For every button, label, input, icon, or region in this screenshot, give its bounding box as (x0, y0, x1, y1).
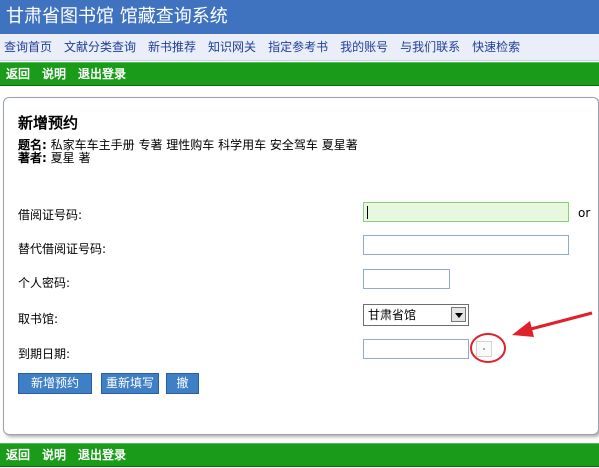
nav-my-account[interactable]: 我的账号 (340, 40, 388, 54)
logout-link-bottom[interactable]: 退出登录 (78, 448, 126, 462)
title-line: 题名: 私家车车主手册 专著 理性购车 科学用车 安全驾车 夏星著 (18, 138, 358, 152)
author-value: 夏星 著 (50, 151, 91, 165)
title-value: 私家车车主手册 专著 理性购车 科学用车 安全驾车 夏星著 (50, 138, 358, 152)
chevron-down-icon[interactable] (451, 307, 466, 322)
reset-button[interactable]: 重新填写 (101, 373, 159, 394)
author-label: 著者: (18, 151, 47, 165)
back-link-bottom[interactable]: 返回 (6, 448, 30, 462)
nav-reference-books[interactable]: 指定参考书 (268, 40, 328, 54)
calendar-icon[interactable] (476, 341, 492, 357)
cancel-button[interactable]: 撤销 (166, 373, 199, 409)
help-link[interactable]: 说明 (42, 67, 66, 81)
help-link-bottom[interactable]: 说明 (42, 448, 66, 462)
author-line: 著者: 夏星 著 (18, 151, 90, 165)
action-bar-top: 返回 说明 退出登录 (0, 62, 599, 86)
title-label: 题名: (18, 138, 47, 152)
pin-input[interactable] (363, 269, 450, 289)
submit-reservation-button[interactable]: 新增预约 (18, 373, 92, 394)
card-number-label: 借阅证号码: (18, 208, 83, 222)
expiry-date-input[interactable] (363, 339, 469, 359)
nav-home[interactable]: 查询首页 (4, 40, 52, 54)
pickup-library-select[interactable]: 甘肃省馆 (363, 304, 469, 326)
action-bar-bottom: 返回 说明 退出登录 (0, 443, 599, 467)
nav-new-books[interactable]: 新书推荐 (148, 40, 196, 54)
nav-category-search[interactable]: 文献分类查询 (64, 40, 136, 54)
app-title: 甘肃省图书馆 馆藏查询系统 (0, 0, 599, 34)
alt-card-number-label: 替代借阅证号码: (18, 242, 107, 256)
alt-card-number-input[interactable] (363, 235, 569, 255)
nav-knowledge-gateway[interactable]: 知识网关 (208, 40, 256, 54)
or-text: or (578, 206, 591, 220)
pickup-library-value: 甘肃省馆 (368, 308, 417, 322)
reservation-panel: 新增预约 题名: 私家车车主手册 专著 理性购车 科学用车 安全驾车 夏星著 著… (3, 97, 599, 435)
nav-contact[interactable]: 与我们联系 (400, 40, 460, 54)
back-link[interactable]: 返回 (6, 67, 30, 81)
form-heading: 新增预约 (18, 114, 79, 132)
main-nav: 查询首页 文献分类查询 新书推荐 知识网关 指定参考书 我的账号 与我们联系 快速检索 (0, 34, 599, 61)
pickup-library-label: 取书馆: (18, 312, 59, 326)
logout-link[interactable]: 退出登录 (78, 67, 126, 81)
nav-quick-search[interactable]: 快速检索 (472, 40, 520, 54)
expiry-date-label: 到期日期: (18, 347, 71, 361)
pin-label: 个人密码: (18, 276, 71, 290)
text-caret (367, 206, 368, 219)
card-number-input[interactable] (363, 202, 569, 222)
